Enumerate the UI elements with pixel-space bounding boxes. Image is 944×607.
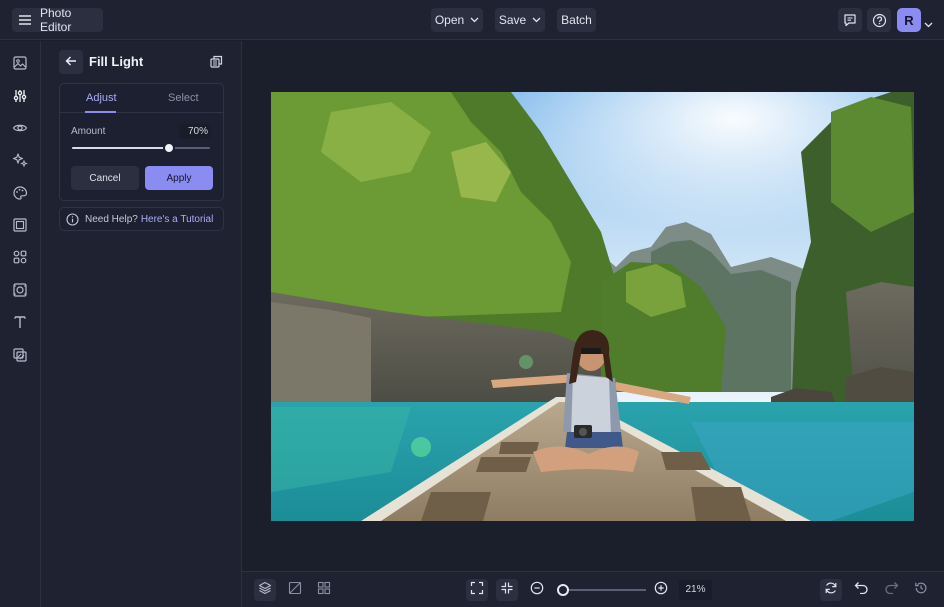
layers-icon xyxy=(258,581,272,600)
tab-adjust[interactable]: Adjust xyxy=(86,92,117,104)
tutorial-link[interactable]: Here's a Tutorial xyxy=(141,214,214,225)
zoom-value-field[interactable]: 21% xyxy=(679,580,712,600)
zoom-slider[interactable] xyxy=(556,584,646,596)
actual-size-button[interactable] xyxy=(496,579,518,601)
history-button[interactable] xyxy=(910,579,932,601)
texture-icon[interactable] xyxy=(11,346,29,364)
fit-screen-button[interactable] xyxy=(466,579,488,601)
rotate-reset-icon xyxy=(824,581,838,600)
shrink-icon xyxy=(500,581,514,600)
help-text: Need Help? xyxy=(85,213,138,225)
frame-icon[interactable] xyxy=(11,216,29,234)
adjust-panel: Fill Light Adjust Select Amount 70% Canc… xyxy=(41,41,242,607)
help-button[interactable] xyxy=(867,8,891,32)
photo-canvas[interactable] xyxy=(271,92,914,521)
chevron-down-icon xyxy=(532,17,541,23)
amount-slider-fill xyxy=(72,147,169,149)
save-label: Save xyxy=(498,13,527,27)
save-button[interactable]: Save xyxy=(495,8,545,32)
apply-button[interactable]: Apply xyxy=(145,166,213,190)
palette-icon[interactable] xyxy=(11,184,29,202)
amount-label: Amount xyxy=(71,126,106,137)
tab-bar: Adjust Select xyxy=(60,84,223,113)
amount-value-field[interactable]: 70% xyxy=(179,124,211,139)
zoom-out-icon xyxy=(530,581,544,600)
expand-icon xyxy=(470,581,484,600)
help-card: Need Help? Here's a Tutorial xyxy=(59,207,224,231)
chevron-down-icon[interactable] xyxy=(924,15,933,33)
grid-view-button[interactable] xyxy=(313,579,335,601)
image-icon[interactable] xyxy=(11,54,29,72)
zoom-out-button[interactable] xyxy=(526,579,548,601)
sparkle-effects-icon[interactable] xyxy=(11,151,29,169)
tab-select[interactable]: Select xyxy=(168,92,199,104)
help-circle-icon xyxy=(872,13,887,28)
compare-icon[interactable] xyxy=(210,55,223,73)
app-title: Photo Editor xyxy=(40,6,72,34)
layers-button[interactable] xyxy=(254,579,276,601)
adjust-card: Adjust Select Amount 70% Cancel Apply xyxy=(59,83,224,201)
tool-rail xyxy=(0,41,41,607)
batch-button[interactable]: Batch xyxy=(557,8,596,32)
chevron-down-icon xyxy=(470,17,479,23)
compare-button[interactable] xyxy=(284,579,306,601)
open-label: Open xyxy=(434,13,465,27)
sliders-icon[interactable] xyxy=(11,87,29,105)
redo-button[interactable] xyxy=(880,579,902,601)
compare-split-icon xyxy=(288,581,302,600)
reset-button[interactable] xyxy=(820,579,842,601)
undo-button[interactable] xyxy=(850,579,872,601)
batch-label: Batch xyxy=(561,13,592,27)
avatar[interactable]: R xyxy=(897,8,921,32)
arrow-left-icon xyxy=(65,53,77,71)
grid-icon xyxy=(317,581,331,600)
zoom-slider-thumb[interactable] xyxy=(556,584,569,596)
eye-icon[interactable] xyxy=(11,119,29,137)
overlay-icon[interactable] xyxy=(11,281,29,299)
amount-slider-thumb[interactable] xyxy=(162,142,175,154)
open-button[interactable]: Open xyxy=(431,8,483,32)
zoom-in-icon xyxy=(654,581,668,600)
amount-slider[interactable] xyxy=(72,142,210,154)
back-button[interactable] xyxy=(59,50,83,74)
graphics-icon[interactable] xyxy=(11,248,29,266)
redo-icon xyxy=(884,581,899,599)
history-icon xyxy=(914,581,928,600)
active-tab-indicator xyxy=(85,111,116,113)
cancel-button[interactable]: Cancel xyxy=(71,166,139,190)
chat-icon xyxy=(843,13,857,27)
zoom-in-button[interactable] xyxy=(650,579,672,601)
feedback-button[interactable] xyxy=(838,8,862,32)
top-bar: Photo Editor Open Save Batch R xyxy=(0,0,944,40)
menu-button[interactable]: Photo Editor xyxy=(12,6,103,34)
panel-title: Fill Light xyxy=(89,54,144,69)
undo-icon xyxy=(854,581,869,599)
info-icon xyxy=(66,212,79,226)
text-icon[interactable] xyxy=(11,313,29,331)
bottom-bar: 21% xyxy=(242,571,944,607)
canvas-area xyxy=(242,41,944,571)
hamburger-icon xyxy=(18,14,32,26)
